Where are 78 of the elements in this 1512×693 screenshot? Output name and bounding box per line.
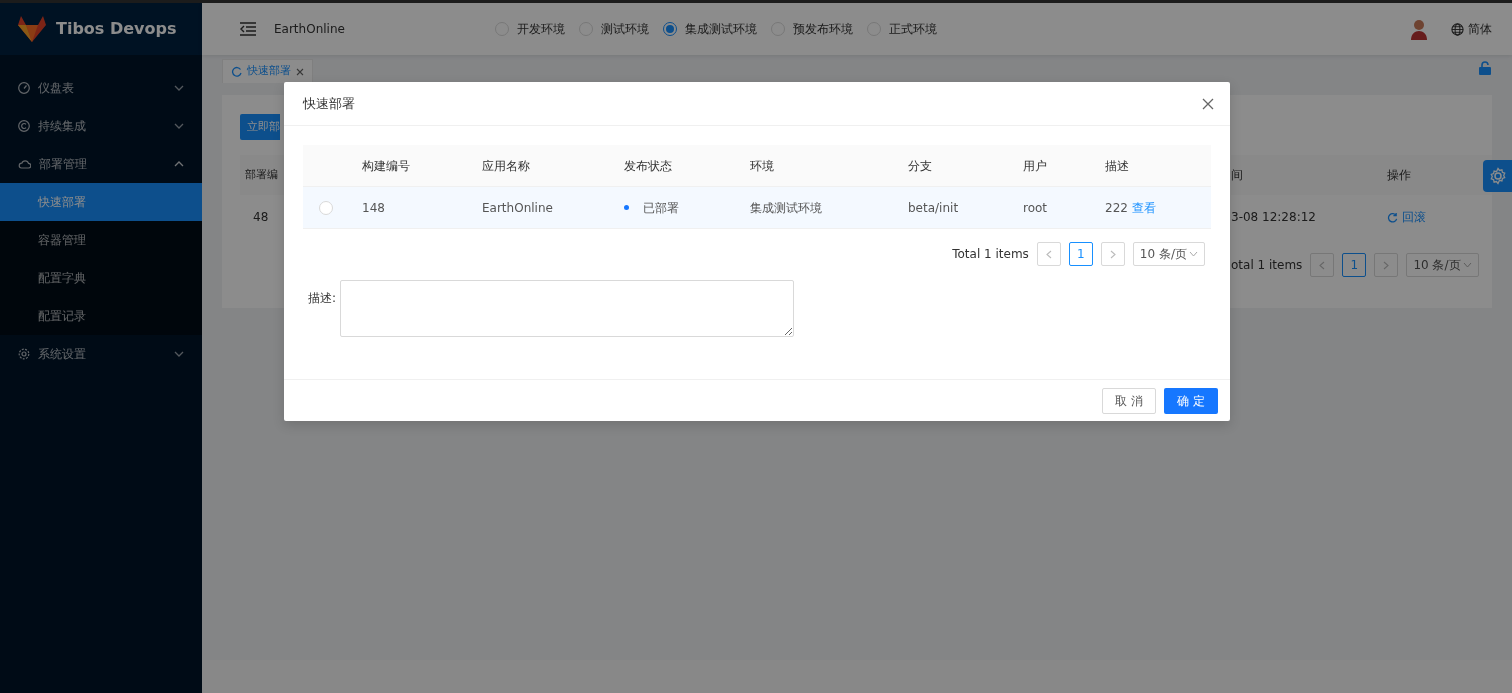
gear-icon xyxy=(18,348,30,360)
pagination-total: otal 1 items xyxy=(1231,257,1303,274)
chevron-right-icon xyxy=(1383,260,1390,270)
column-header: 操作 xyxy=(1387,167,1411,184)
circle-c-icon xyxy=(18,120,30,132)
page-size-select[interactable]: 10 条/页 xyxy=(1132,242,1205,266)
globe-icon xyxy=(1451,22,1464,36)
settings-icon xyxy=(1488,167,1507,185)
table-row[interactable]: 148 EarthOnline 已部署 集成测试环境 beta/init root 222 查看 xyxy=(303,187,1211,229)
refresh-icon xyxy=(231,66,242,77)
rollback-link[interactable]: 回滚 xyxy=(1387,208,1426,226)
next-page-button[interactable] xyxy=(1374,253,1399,277)
sidebar-item[interactable]: 持续集成 xyxy=(0,107,202,145)
sidebar-subitem[interactable]: 配置字典 xyxy=(0,259,202,297)
radio-label[interactable]: 开发环境 xyxy=(516,20,565,38)
cloud-icon xyxy=(18,159,31,169)
sidebar-subitem[interactable]: 容器管理 xyxy=(0,221,202,259)
brand-name: Tibos Devops xyxy=(56,18,177,40)
language-menu[interactable]: 简体 xyxy=(1451,20,1492,38)
page-size-select[interactable]: 10 条/页 xyxy=(1406,253,1479,277)
previous-page-button[interactable] xyxy=(1310,253,1335,277)
cancel-button[interactable]: 取 消 xyxy=(1102,388,1157,414)
table-cell-text: 3-08 12:28:12 xyxy=(1231,209,1316,226)
radio-label[interactable]: 集成测试环境 xyxy=(684,20,757,38)
gauge-icon xyxy=(18,82,30,94)
page-tab[interactable]: 快速部署 xyxy=(222,59,313,83)
sidebar-item[interactable]: 部署管理 xyxy=(0,145,202,183)
description-field[interactable] xyxy=(340,280,795,337)
confirm-button[interactable]: 确 定 xyxy=(1164,388,1218,414)
next-page-button[interactable] xyxy=(1100,242,1125,266)
page-button[interactable]: 1 xyxy=(1068,242,1093,266)
radio-label[interactable]: 预发布环境 xyxy=(792,20,853,38)
dialog-title: 快速部署 xyxy=(303,94,355,113)
table-cell-text: 集成测试环境 xyxy=(750,199,822,217)
chevron-left-icon xyxy=(1045,249,1052,259)
caret-icon xyxy=(1462,262,1472,268)
column-header: 间 xyxy=(1231,167,1243,184)
column-header: 应用名称 xyxy=(482,157,530,175)
sidebar-subitem[interactable]: 快速部署 xyxy=(0,183,202,221)
previous-page-button[interactable] xyxy=(1036,242,1061,266)
table-cell-text: 222 xyxy=(1105,199,1128,217)
fox-logo-icon xyxy=(18,16,46,42)
radio-button[interactable] xyxy=(662,22,677,36)
radio-label[interactable]: 正式环境 xyxy=(888,20,937,38)
settings-button[interactable] xyxy=(1483,160,1512,192)
sidebar-item[interactable]: 系统设置 xyxy=(0,335,202,373)
view-link[interactable]: 查看 xyxy=(1131,198,1156,217)
close-icon[interactable] xyxy=(296,67,304,76)
column-header: 构建编号 xyxy=(362,157,410,175)
page-button[interactable]: 1 xyxy=(1342,253,1367,277)
deploy-button[interactable]: 立即部 xyxy=(240,114,280,140)
status-label: 已部署 xyxy=(643,199,679,217)
table-cell-text: EarthOnline xyxy=(482,199,553,217)
column-header: 发布状态 xyxy=(624,157,672,175)
table-cell-text: 148 xyxy=(362,199,385,217)
menu-fold-icon[interactable] xyxy=(240,22,256,36)
sidebar-subitem[interactable]: 配置记录 xyxy=(0,297,202,335)
chevron-right-icon xyxy=(1109,249,1116,259)
close-icon[interactable] xyxy=(1202,97,1214,110)
column-header: 环境 xyxy=(750,157,774,175)
avatar-icon[interactable] xyxy=(1409,18,1429,40)
sidebar-item[interactable]: 仪盘表 xyxy=(0,69,202,107)
column-header: 描述 xyxy=(1105,157,1129,175)
caret-icon xyxy=(1189,251,1198,257)
column-header: 部署编 xyxy=(245,166,278,183)
radio-label[interactable]: 测试环境 xyxy=(600,20,649,38)
column-header: 用户 xyxy=(1023,157,1047,175)
table-cell-text: root xyxy=(1023,199,1048,217)
project-name: EarthOnline xyxy=(274,21,345,38)
table-cell-text: beta/init xyxy=(908,199,959,217)
refresh-icon xyxy=(1387,211,1398,223)
column-header: 分支 xyxy=(908,157,932,175)
field-label: 描述: xyxy=(308,290,337,307)
pagination-total: Total 1 items xyxy=(952,246,1029,263)
lock-icon[interactable] xyxy=(1478,61,1492,75)
chevron-left-icon xyxy=(1319,260,1326,270)
row-radio[interactable] xyxy=(319,200,333,215)
table-cell-text: 48 xyxy=(253,209,269,226)
